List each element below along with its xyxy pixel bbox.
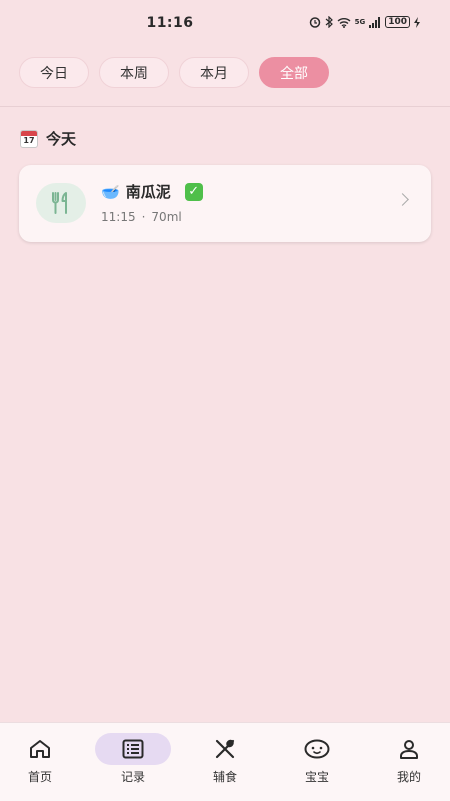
- record-name: 南瓜泥: [125, 183, 171, 201]
- filter-this-month[interactable]: 本月: [179, 57, 249, 88]
- charging-icon: [414, 16, 420, 28]
- calendar-icon: 17: [20, 129, 38, 148]
- section-header-today: 17 今天: [20, 128, 76, 149]
- time-filter-tabs: 今日 本周 本月 全部: [19, 57, 329, 88]
- nav-records[interactable]: 记录: [93, 733, 173, 785]
- record-title: 🥣 南瓜泥 ✓: [101, 181, 203, 202]
- home-icon: [30, 740, 50, 758]
- nav-baby[interactable]: 宝宝: [277, 733, 357, 785]
- chevron-right-icon: [396, 193, 409, 206]
- nav-home[interactable]: 首页: [0, 733, 80, 785]
- status-icons: 5G 100: [309, 16, 420, 28]
- section-title: 今天: [46, 130, 77, 148]
- nav-label-home: 首页: [27, 770, 52, 784]
- baby-face-icon: [304, 739, 330, 759]
- filter-all[interactable]: 全部: [259, 57, 329, 88]
- wifi-icon: [337, 17, 351, 28]
- utensils-icon: [215, 739, 235, 759]
- record-amount: 70ml: [151, 210, 182, 224]
- nav-label-records: 记录: [120, 770, 145, 784]
- bottom-nav: 首页 记录 辅食 宝宝 我的: [0, 722, 450, 801]
- battery-indicator: 100: [385, 16, 410, 28]
- record-card[interactable]: 🥣 南瓜泥 ✓ 11:15 · 70ml: [19, 165, 431, 242]
- check-mark-icon: ✓: [184, 182, 203, 201]
- record-meta: 11:15 · 70ml: [101, 210, 182, 224]
- bowl-emoji-icon: 🥣: [101, 182, 120, 201]
- status-bar: 11:16 5G 100: [0, 0, 450, 48]
- nav-mine[interactable]: 我的: [369, 733, 449, 785]
- meta-separator: ·: [141, 210, 146, 224]
- filter-this-week[interactable]: 本周: [99, 57, 169, 88]
- nav-complementary-food[interactable]: 辅食: [185, 733, 265, 785]
- nav-label-baby: 宝宝: [304, 770, 329, 784]
- list-icon: [122, 739, 144, 759]
- utensils-icon: [36, 183, 86, 223]
- record-time: 11:15: [101, 210, 136, 224]
- status-time: 11:16: [146, 15, 194, 31]
- signal-icon: [369, 16, 381, 28]
- filter-today[interactable]: 今日: [19, 57, 89, 88]
- bluetooth-icon: [325, 16, 333, 28]
- divider: [0, 106, 450, 107]
- alarm-icon: [309, 17, 320, 28]
- nav-label-complementary-food: 辅食: [212, 770, 237, 784]
- nav-label-mine: 我的: [396, 770, 421, 784]
- person-icon: [400, 740, 418, 759]
- network-type: 5G: [354, 18, 366, 26]
